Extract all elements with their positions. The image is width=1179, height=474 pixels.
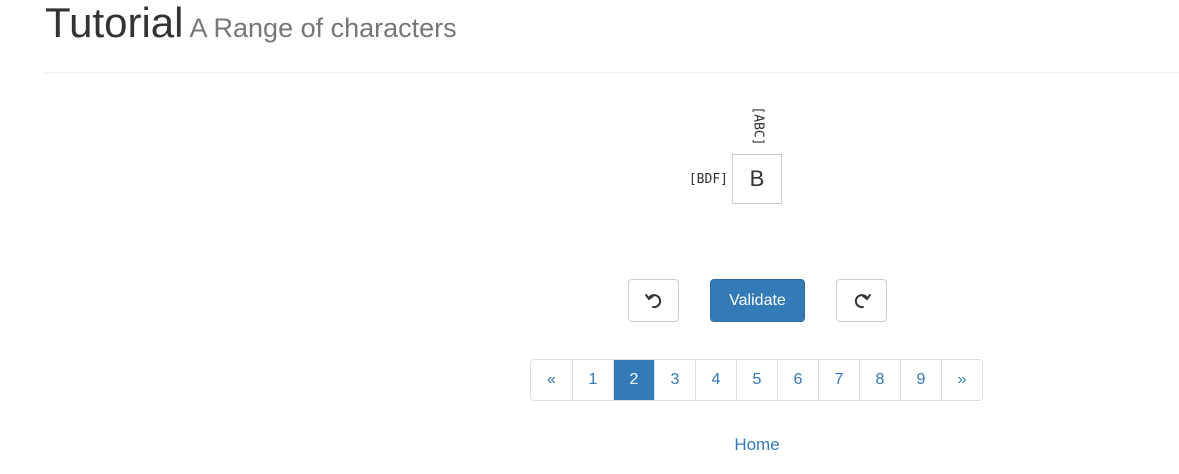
redo-icon bbox=[852, 291, 872, 311]
undo-icon bbox=[644, 291, 664, 311]
row-clue: [BDF] bbox=[688, 172, 728, 187]
pagination-page-6[interactable]: 6 bbox=[777, 360, 818, 400]
pagination-next[interactable]: » bbox=[941, 360, 982, 400]
header-divider bbox=[45, 72, 1179, 73]
pagination-prev[interactable]: « bbox=[531, 360, 572, 400]
page: Tutorial A Range of characters [ABC] [BDF… bbox=[0, 0, 1179, 474]
redo-button[interactable] bbox=[836, 279, 887, 322]
pagination-page-2[interactable]: 2 bbox=[613, 360, 654, 400]
pagination-page-7[interactable]: 7 bbox=[818, 360, 859, 400]
pagination: « 1 2 3 4 5 6 7 8 9 » bbox=[530, 359, 983, 401]
pagination-page-3[interactable]: 3 bbox=[654, 360, 695, 400]
column-clue-text: [ABC] bbox=[750, 106, 766, 146]
validate-button[interactable]: Validate bbox=[710, 279, 805, 322]
pagination-page-5[interactable]: 5 bbox=[736, 360, 777, 400]
home-link[interactable]: Home bbox=[720, 435, 794, 455]
pagination-page-4[interactable]: 4 bbox=[695, 360, 736, 400]
undo-button[interactable] bbox=[628, 279, 679, 322]
puzzle-cell[interactable]: B bbox=[732, 154, 782, 204]
column-clue: [ABC] bbox=[749, 104, 767, 148]
pagination-page-8[interactable]: 8 bbox=[859, 360, 900, 400]
page-subtitle: A Range of characters bbox=[189, 13, 457, 43]
pagination-page-9[interactable]: 9 bbox=[900, 360, 941, 400]
page-title: Tutorial bbox=[45, 0, 184, 46]
pagination-page-1[interactable]: 1 bbox=[572, 360, 613, 400]
page-header: Tutorial A Range of characters bbox=[45, 0, 457, 46]
